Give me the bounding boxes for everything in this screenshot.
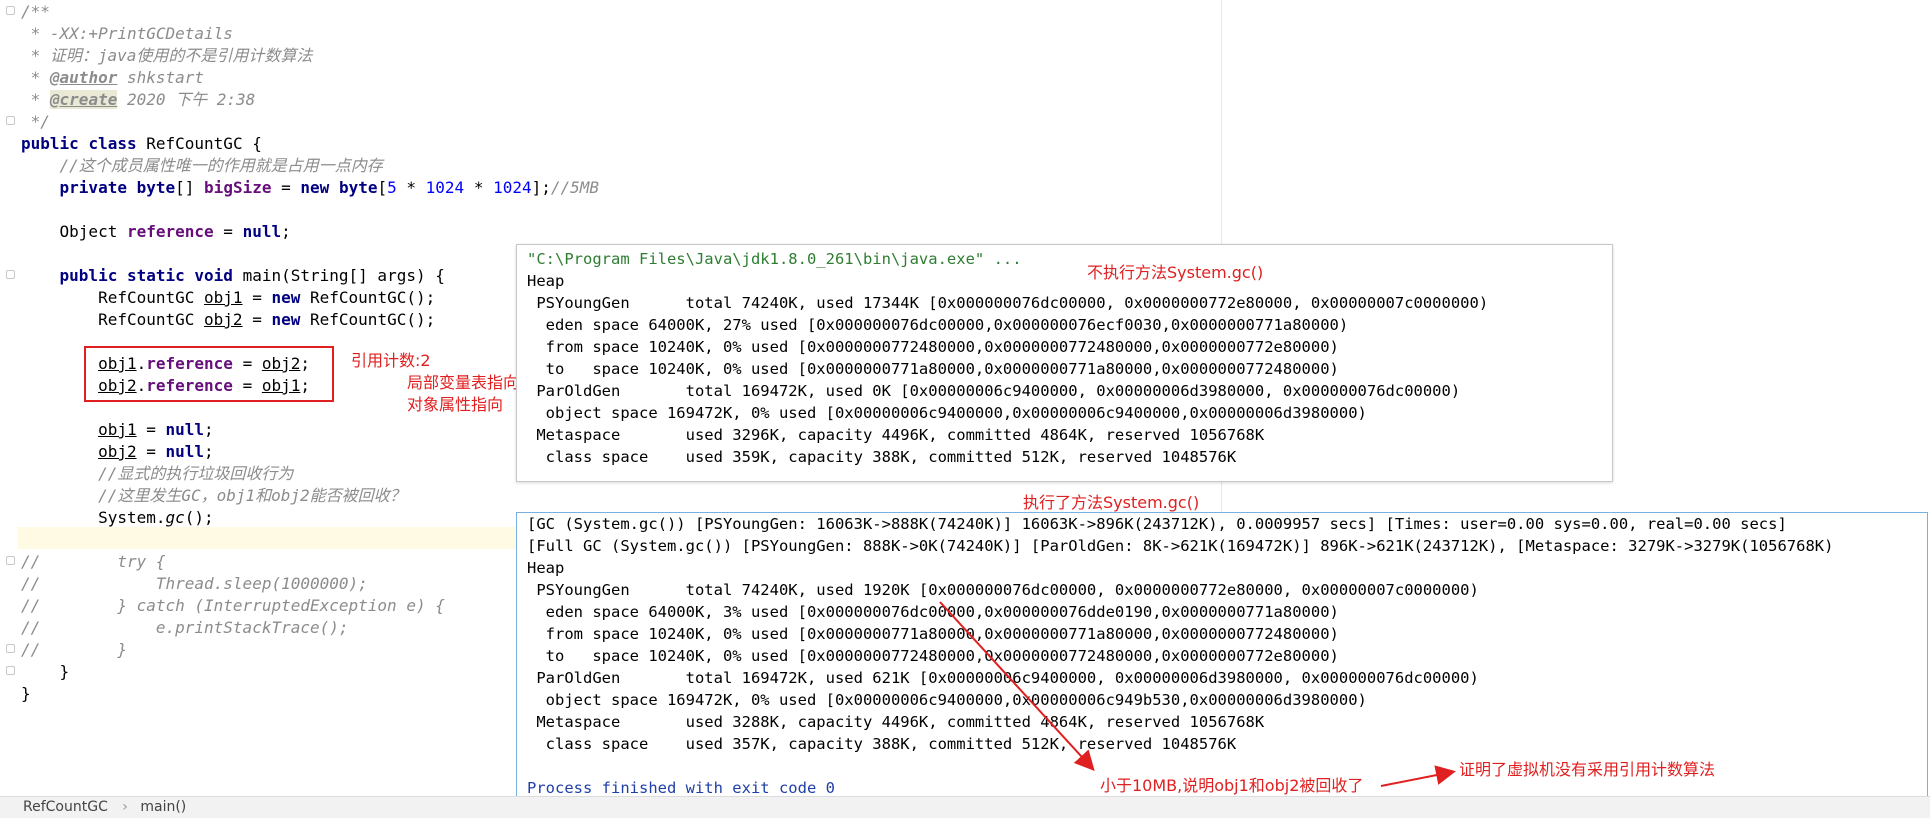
code-line[interactable]: //这个成员属性唯一的作用就是占用一点内存: [21, 155, 383, 177]
console-line: eden space 64000K, 27% used [0x000000076…: [527, 316, 1349, 334]
code-line[interactable]: */: [21, 111, 50, 133]
console-line: from space 10240K, 0% used [0x0000000772…: [527, 338, 1339, 356]
console-line: class space used 359K, capacity 388K, co…: [527, 448, 1237, 466]
breadcrumb: RefCountGC › main(): [0, 796, 1930, 818]
code-line[interactable]: public class RefCountGC {: [21, 133, 262, 155]
console-line: object space 169472K, 0% used [0x0000000…: [527, 691, 1367, 709]
console-line: to space 10240K, 0% used [0x0000000771a8…: [527, 360, 1339, 378]
console-line: Heap: [527, 272, 565, 290]
code-line[interactable]: /**: [21, 1, 50, 23]
fold-marker-icon[interactable]: [6, 666, 15, 675]
code-line[interactable]: * 证明：java使用的不是引用计数算法: [21, 45, 313, 67]
console-line: Metaspace used 3296K, capacity 4496K, co…: [527, 426, 1265, 444]
console-line: ParOldGen total 169472K, used 0K [0x0000…: [527, 382, 1461, 400]
console-line: to space 10240K, 0% used [0x000000077248…: [527, 647, 1339, 665]
fold-marker-icon[interactable]: [6, 270, 15, 279]
breadcrumb-separator-icon: ›: [122, 799, 128, 815]
code-line[interactable]: System.gc();: [21, 507, 214, 529]
code-line[interactable]: // e.printStackTrace();: [21, 617, 349, 639]
breadcrumb-method[interactable]: main(): [140, 797, 186, 818]
code-line[interactable]: * -XX:+PrintGCDetails: [21, 23, 233, 45]
editor-gutter: [0, 0, 18, 796]
code-line[interactable]: obj1 = null;: [21, 419, 214, 441]
code-editor[interactable]: /** * -XX:+PrintGCDetails * 证明：java使用的不是…: [0, 0, 1930, 807]
console-line: "C:\Program Files\Java\jdk1.8.0_261\bin\…: [527, 250, 1022, 268]
console-line: ParOldGen total 169472K, used 621K [0x00…: [527, 669, 1479, 687]
code-line[interactable]: //显式的执行垃圾回收行为: [21, 463, 293, 485]
less-10mb-annotation: 小于10MB,说明obj1和obj2被回收了: [1100, 776, 1364, 795]
code-line[interactable]: }: [21, 683, 31, 705]
fold-marker-icon[interactable]: [6, 644, 15, 653]
fold-marker-icon[interactable]: [6, 6, 15, 15]
local-var-annotation: 局部变量表指向: [407, 373, 520, 392]
console-line: PSYoungGen total 74240K, used 1920K [0x0…: [527, 581, 1479, 599]
did-gc-annotation: 执行了方法System.gc(): [1023, 493, 1200, 512]
breadcrumb-class[interactable]: RefCountGC: [23, 797, 108, 818]
console-line: from space 10240K, 0% used [0x0000000771…: [527, 625, 1339, 643]
console-output-without-gc[interactable]: "C:\Program Files\Java\jdk1.8.0_261\bin\…: [516, 244, 1613, 482]
obj-field-annotation: 对象属性指向: [407, 395, 504, 414]
code-line[interactable]: // Thread.sleep(1000000);: [21, 573, 368, 595]
code-line[interactable]: // try {: [21, 551, 166, 573]
console-line: Heap: [527, 559, 565, 577]
code-line[interactable]: Object reference = null;: [21, 221, 291, 243]
code-line[interactable]: obj2 = null;: [21, 441, 214, 463]
code-line[interactable]: RefCountGC obj1 = new RefCountGC();: [21, 287, 435, 309]
code-line[interactable]: }: [21, 661, 70, 683]
reference-assignment-highlight-box: [84, 346, 334, 402]
console-line: object space 169472K, 0% used [0x0000000…: [527, 404, 1367, 422]
code-line[interactable]: * @author shkstart: [21, 67, 204, 89]
code-line[interactable]: RefCountGC obj2 = new RefCountGC();: [21, 309, 435, 331]
code-line[interactable]: // }: [21, 639, 127, 661]
code-line[interactable]: * @create 2020 下午 2:38: [21, 89, 255, 111]
ref-count-annotation: 引用计数:2: [351, 351, 431, 370]
code-line[interactable]: private byte[] bigSize = new byte[5 * 10…: [21, 177, 600, 199]
console-line: PSYoungGen total 74240K, used 17344K [0x…: [527, 294, 1489, 312]
console-line: Metaspace used 3288K, capacity 4496K, co…: [527, 713, 1265, 731]
console-line: [GC (System.gc()) [PSYoungGen: 16063K->8…: [527, 515, 1787, 533]
console-line: class space used 357K, capacity 388K, co…: [527, 735, 1237, 753]
console-line: [Full GC (System.gc()) [PSYoungGen: 888K…: [527, 537, 1834, 555]
console-line: eden space 64000K, 3% used [0x000000076d…: [527, 603, 1339, 621]
code-line[interactable]: // } catch (InterruptedException e) {: [21, 595, 445, 617]
proof-annotation: 证明了虚拟机没有采用引用计数算法: [1459, 760, 1716, 779]
no-gc-annotation: 不执行方法System.gc(): [1087, 263, 1264, 282]
fold-marker-icon[interactable]: [6, 116, 15, 125]
fold-marker-icon[interactable]: [6, 556, 15, 565]
console-output-with-gc[interactable]: [GC (System.gc()) [PSYoungGen: 16063K->8…: [516, 512, 1928, 807]
code-line[interactable]: //这里发生GC，obj1和obj2能否被回收？: [21, 485, 406, 507]
code-line[interactable]: public static void main(String[] args) {: [21, 265, 445, 287]
